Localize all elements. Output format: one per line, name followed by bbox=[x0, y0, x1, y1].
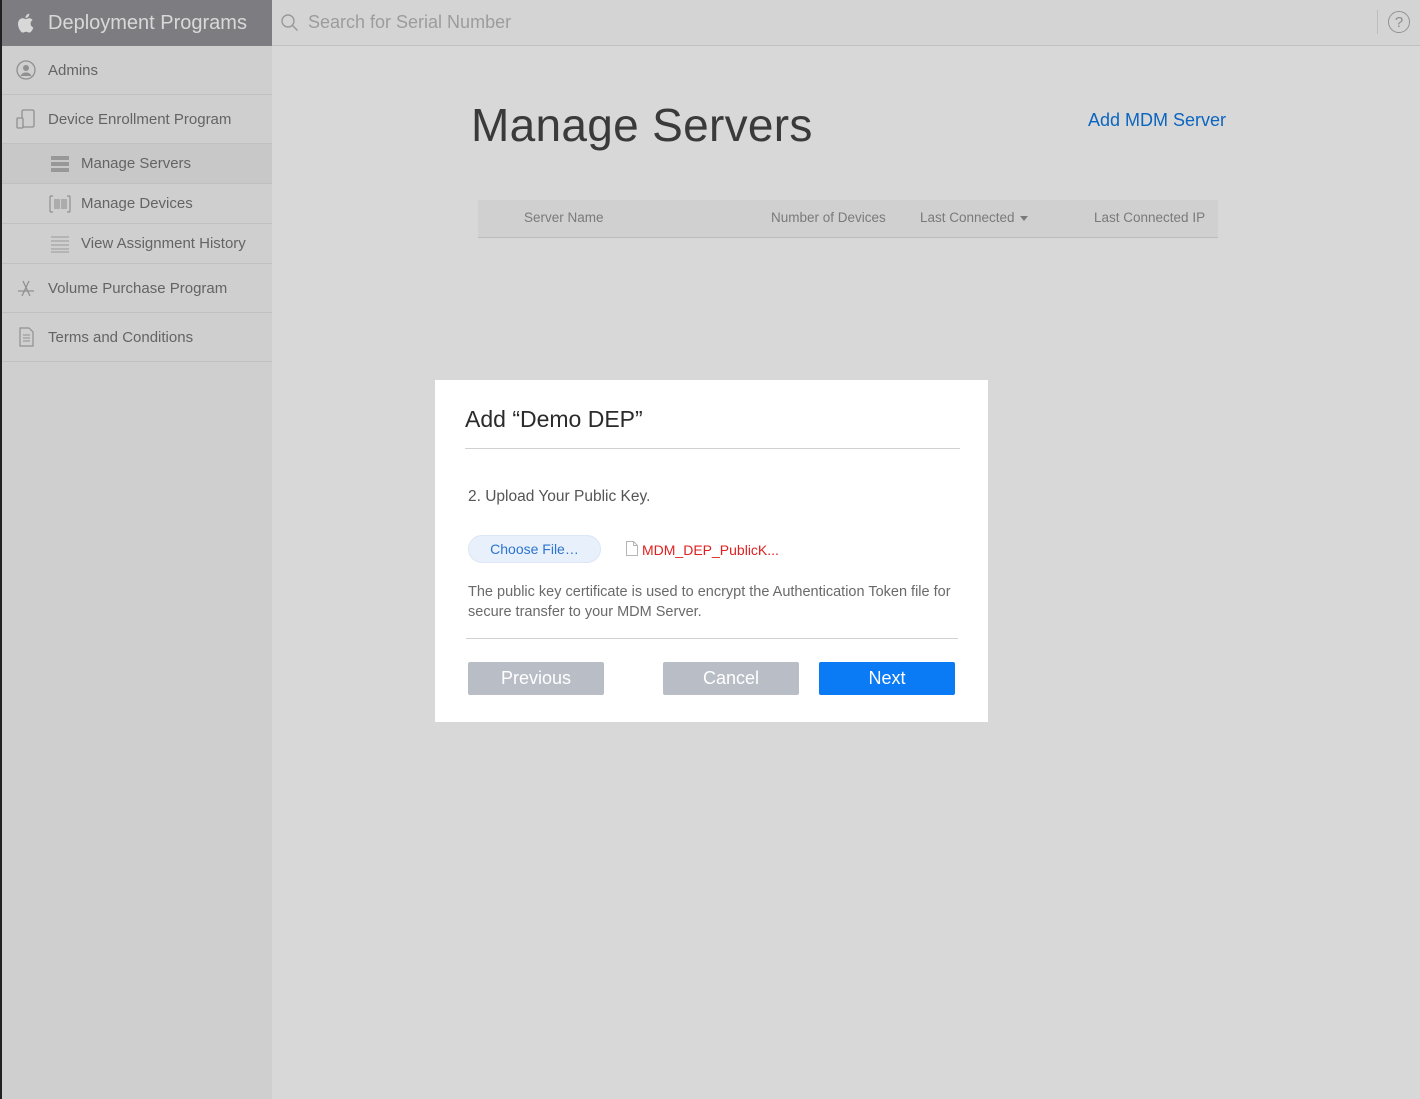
app-window: Deployment Programs Admins Device Enroll… bbox=[0, 0, 1420, 1099]
add-server-dialog: Add “Demo DEP” 2. Upload Your Public Key… bbox=[434, 379, 989, 723]
choose-file-button[interactable]: Choose File… bbox=[468, 535, 601, 563]
dialog-title: Add “Demo DEP” bbox=[465, 406, 643, 432]
previous-button[interactable]: Previous bbox=[468, 662, 604, 695]
divider bbox=[465, 448, 960, 449]
cancel-button[interactable]: Cancel bbox=[663, 662, 799, 695]
step-label: 2. Upload Your Public Key. bbox=[468, 488, 651, 505]
file-icon bbox=[626, 541, 638, 556]
public-key-help-text: The public key certificate is used to en… bbox=[468, 584, 951, 620]
divider bbox=[466, 638, 958, 639]
selected-file-name: MDM_DEP_PublicK... bbox=[642, 542, 779, 558]
next-button[interactable]: Next bbox=[819, 662, 955, 695]
